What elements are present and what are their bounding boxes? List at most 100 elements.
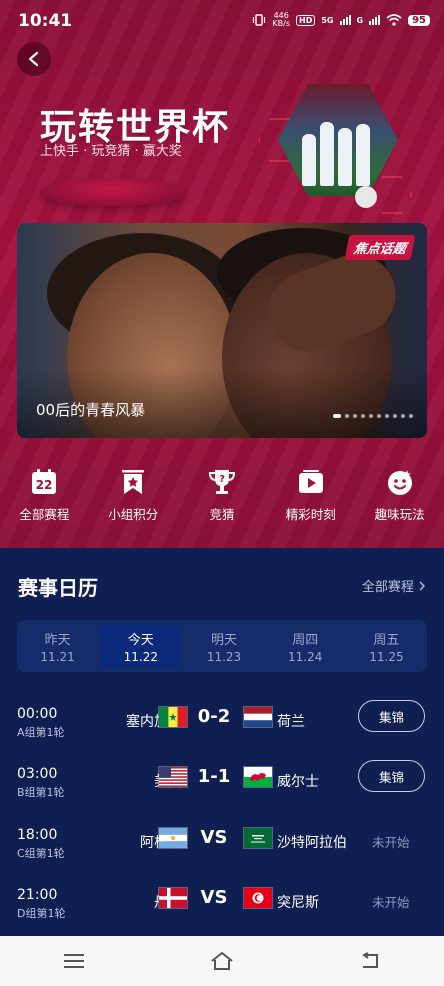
tab-thursday[interactable]: 周四 11.24 xyxy=(265,620,346,672)
tab-day-name: 明天 xyxy=(211,632,238,648)
senegal-flag-icon xyxy=(158,706,188,728)
menu-item-label: 小组积分 xyxy=(108,507,159,522)
signal-5g-label: 5G xyxy=(321,15,334,25)
menu-item-label: 精彩时刻 xyxy=(285,507,336,522)
match-time: 18:00 xyxy=(17,827,58,843)
highlights-button[interactable]: 集锦 xyxy=(358,700,425,732)
tab-day-name: 昨天 xyxy=(44,632,71,648)
away-team: 威尔士 xyxy=(277,774,319,790)
tab-today[interactable]: 今天 11.22 xyxy=(100,625,182,667)
away-team: 荷兰 xyxy=(277,714,305,730)
tab-day-name: 周五 xyxy=(373,632,400,648)
menu-nav-button[interactable] xyxy=(54,941,94,981)
tab-yesterday[interactable]: 昨天 11.21 xyxy=(17,620,98,672)
match-score: 0-2 xyxy=(197,706,231,727)
menu-item-label: 趣味玩法 xyxy=(374,507,425,522)
match-row[interactable]: 18:00 C组第1轮 阿根廷 VS 沙特阿拉伯 未开始 xyxy=(0,821,444,881)
argentina-flag-icon xyxy=(158,827,188,849)
match-score: VS xyxy=(200,887,228,908)
carousel-dot[interactable] xyxy=(377,414,381,418)
ranking-bookmark-icon xyxy=(117,466,149,498)
status-icons: 446 KB/s HD 5G G 95 xyxy=(252,12,430,28)
football-icon xyxy=(355,186,377,208)
signal-g-label: G xyxy=(356,15,364,25)
status-bar: 10:41 446 KB/s HD 5G G 95 xyxy=(0,0,444,44)
match-time: 03:00 xyxy=(17,766,58,782)
network-speed-unit: KB/s xyxy=(272,19,291,28)
match-status: 未开始 xyxy=(372,835,410,850)
chevron-right-icon xyxy=(419,581,425,591)
menu-item-group-points[interactable]: 小组积分 xyxy=(89,466,178,526)
carousel-dot[interactable] xyxy=(409,414,413,418)
away-team: 沙特阿拉伯 xyxy=(277,835,347,851)
tab-friday[interactable]: 周五 11.25 xyxy=(346,620,427,672)
player-figure xyxy=(320,122,334,186)
menu-item-fun-play[interactable]: 趣味玩法 xyxy=(355,466,444,526)
usa-flag-icon xyxy=(158,766,188,788)
match-score: 1-1 xyxy=(197,766,231,787)
network-speed: 446 KB/s xyxy=(272,12,290,28)
signal-bars-icon xyxy=(339,15,351,25)
highlights-button[interactable]: 集锦 xyxy=(358,760,425,792)
carousel-dot[interactable] xyxy=(353,414,357,418)
carousel-dot[interactable] xyxy=(333,414,341,418)
menu-item-highlights[interactable]: 精彩时刻 xyxy=(266,466,355,526)
quick-menu: 22 全部赛程 小组积分 ? 竞猜 精彩时刻 趣味玩法 xyxy=(0,466,444,526)
player-figure xyxy=(356,124,370,186)
back-arrow-icon xyxy=(362,952,378,968)
tab-day-date: 11.23 xyxy=(206,649,242,664)
carousel-dot[interactable] xyxy=(361,414,365,418)
denmark-flag-icon xyxy=(158,887,188,909)
wales-flag-icon xyxy=(243,766,273,788)
hamburger-menu-icon xyxy=(64,954,84,968)
header-section: 10:41 446 KB/s HD 5G G 95 玩转世界杯 上快手 · 玩竞猜… xyxy=(0,0,444,548)
signal-bars-icon-2 xyxy=(369,15,381,25)
day-tabs: 昨天 11.21 今天 11.22 明天 11.23 周四 11.24 周五 11.25 xyxy=(17,620,427,672)
menu-item-guess[interactable]: ? 竞猜 xyxy=(178,466,267,526)
schedule-title: 赛事日历 xyxy=(18,576,98,600)
match-status: 未开始 xyxy=(372,895,410,910)
menu-item-all-schedule[interactable]: 22 全部赛程 xyxy=(0,466,89,526)
carousel-dots[interactable] xyxy=(333,414,413,418)
match-group: D组第1轮 xyxy=(17,907,66,920)
featured-banner[interactable]: 焦点话题 00后的青春风暴 xyxy=(17,223,427,438)
tab-day-date: 11.25 xyxy=(369,649,404,664)
match-group: C组第1轮 xyxy=(17,847,65,860)
tab-day-name: 今天 xyxy=(127,632,154,648)
tab-day-date: 11.21 xyxy=(40,649,75,664)
match-row[interactable]: 21:00 D组第1轮 丹麦 VS 突尼斯 未开始 xyxy=(0,881,444,941)
saudi-arabia-flag-icon xyxy=(243,827,273,849)
match-row[interactable]: 03:00 B组第1轮 美国 1-1 威尔士 集锦 xyxy=(0,760,444,820)
carousel-dot[interactable] xyxy=(393,414,397,418)
system-nav-bar xyxy=(0,936,444,986)
match-row[interactable]: 00:00 A组第1轮 塞内加尔 0-2 荷兰 集锦 xyxy=(0,700,444,760)
tab-day-date: 11.22 xyxy=(123,649,158,664)
tab-tomorrow[interactable]: 明天 11.23 xyxy=(183,620,264,672)
trophy-question-icon: ? xyxy=(206,466,238,498)
all-schedule-link[interactable]: 全部赛程 xyxy=(362,576,426,595)
carousel-dot[interactable] xyxy=(401,414,405,418)
match-time: 21:00 xyxy=(17,887,58,903)
home-nav-button[interactable] xyxy=(202,941,242,981)
chevron-left-icon xyxy=(28,51,39,67)
page-subtitle: 上快手 · 玩竞猜 · 赢大奖 xyxy=(40,144,182,159)
carousel-dot[interactable] xyxy=(385,414,389,418)
back-nav-button[interactable] xyxy=(350,941,390,981)
svg-text:?: ? xyxy=(219,474,225,485)
carousel-dot[interactable] xyxy=(345,414,349,418)
clock: 10:41 xyxy=(18,11,73,31)
carousel-dot[interactable] xyxy=(369,414,373,418)
menu-item-label: 竞猜 xyxy=(209,507,235,522)
smile-face-icon xyxy=(384,466,416,498)
match-group: B组第1轮 xyxy=(17,786,65,799)
play-video-icon xyxy=(295,466,327,498)
player-figure xyxy=(338,128,352,186)
back-button[interactable] xyxy=(17,42,51,76)
wifi-icon xyxy=(386,14,402,26)
hd-badge: HD xyxy=(296,14,316,26)
calendar-badge: 22 xyxy=(36,478,53,492)
netherlands-flag-icon xyxy=(243,706,273,728)
calendar-icon: 22 xyxy=(28,466,60,498)
tab-day-date: 11.24 xyxy=(288,649,323,664)
away-team: 突尼斯 xyxy=(277,895,319,911)
